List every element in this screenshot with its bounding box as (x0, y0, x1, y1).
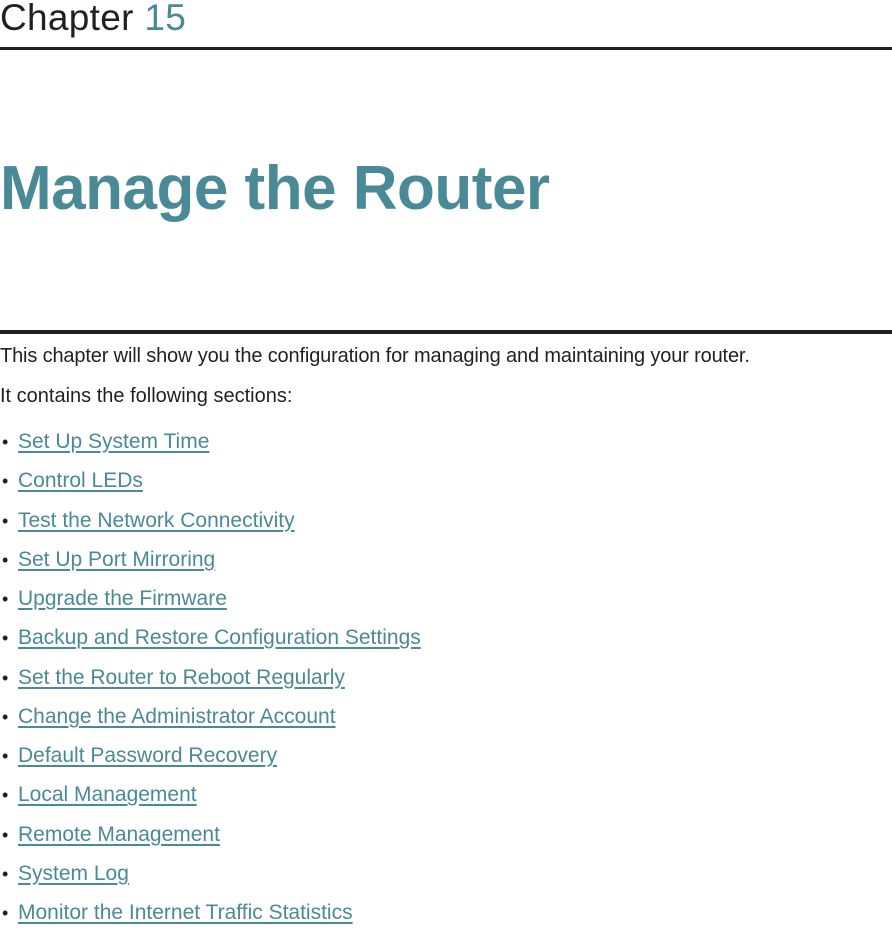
bullet-icon: • (2, 746, 9, 766)
list-item: • Test the Network Connectivity (0, 507, 421, 546)
bullet-icon: • (2, 471, 9, 492)
list-item: • Upgrade the Firmware (0, 585, 421, 624)
bullet-icon: • (2, 628, 9, 649)
section-link-port-mirroring[interactable]: Set Up Port Mirroring (18, 546, 215, 574)
list-item: • Remote Management (0, 821, 421, 860)
bullet-icon: • (2, 589, 9, 609)
list-item: • Backup and Restore Configuration Setti… (0, 624, 421, 663)
list-item: • Control LEDs (0, 467, 421, 506)
bullet-icon: • (2, 785, 9, 806)
page-title: Manage the Router (0, 154, 550, 223)
section-list: • Set Up System Time • Control LEDs • Te… (0, 428, 421, 938)
section-link-local-management[interactable]: Local Management (18, 781, 197, 809)
section-link-control-leds[interactable]: Control LEDs (18, 467, 143, 495)
bullet-icon: • (2, 549, 9, 570)
section-link-set-up-system-time[interactable]: Set Up System Time (18, 428, 209, 456)
bullet-icon: • (2, 903, 9, 923)
list-item: • Set the Router to Reboot Regularly (0, 664, 421, 703)
list-item: • System Log (0, 860, 421, 899)
section-link-traffic-statistics[interactable]: Monitor the Internet Traffic Statistics (18, 899, 353, 927)
section-link-remote-management[interactable]: Remote Management (18, 821, 220, 849)
list-item: • Change the Administrator Account (0, 703, 421, 742)
section-link-backup-restore[interactable]: Backup and Restore Configuration Setting… (18, 624, 421, 652)
bullet-icon: • (2, 510, 9, 531)
section-link-upgrade-firmware[interactable]: Upgrade the Firmware (18, 585, 227, 613)
section-link-reboot-regularly[interactable]: Set the Router to Reboot Regularly (18, 664, 345, 692)
list-item: • Local Management (0, 781, 421, 820)
chapter-heading: Chapter 15 (0, 0, 186, 40)
bullet-icon: • (2, 706, 9, 727)
list-item: • Set Up System Time (0, 428, 421, 467)
chapter-label: Chapter (0, 0, 134, 38)
bullet-icon: • (2, 667, 9, 688)
sections-intro-text: It contains the following sections: (0, 385, 293, 407)
chapter-number: 15 (144, 0, 187, 38)
section-link-system-log[interactable]: System Log (18, 860, 129, 888)
list-item: • Monitor the Internet Traffic Statistic… (0, 899, 421, 938)
bullet-icon: • (2, 863, 9, 884)
section-link-test-network-connectivity[interactable]: Test the Network Connectivity (18, 507, 295, 535)
intro-text: This chapter will show you the configura… (0, 345, 750, 367)
bullet-icon: • (2, 824, 9, 845)
section-link-password-recovery[interactable]: Default Password Recovery (18, 742, 277, 770)
bullet-icon: • (2, 432, 9, 452)
top-divider (0, 47, 892, 50)
title-divider (0, 330, 892, 334)
list-item: • Set Up Port Mirroring (0, 546, 421, 585)
section-link-administrator-account[interactable]: Change the Administrator Account (18, 703, 336, 731)
list-item: • Default Password Recovery (0, 742, 421, 781)
